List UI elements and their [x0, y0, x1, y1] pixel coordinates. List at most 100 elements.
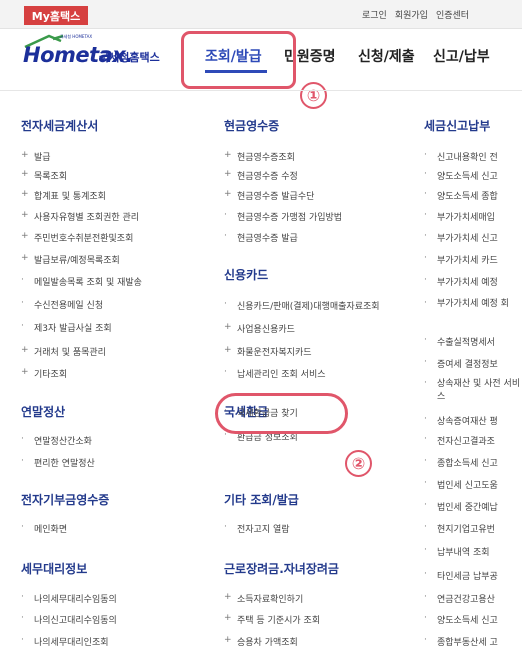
section-heading-earned-income-credit: 근로장려금.자녀장려금 — [224, 562, 339, 576]
dot-icon: · — [21, 275, 24, 285]
menu-item[interactable]: · 양도소득세 신고 — [424, 169, 498, 182]
menu-item[interactable]: + 주택 등 기준시가 조회 — [224, 613, 320, 626]
menu-item[interactable]: · 부가가치세 예정 — [424, 275, 498, 288]
menu-item[interactable]: · 부가가치세매입 — [424, 210, 495, 223]
menu-item[interactable]: · 편리한 연말정산 — [21, 456, 95, 469]
annotation-highlight-refund — [215, 393, 348, 434]
dot-icon: · — [424, 545, 427, 555]
plus-icon: + — [224, 613, 232, 623]
dot-icon: · — [224, 299, 227, 309]
menu-item[interactable]: · 타인세금 납부공 — [424, 569, 498, 582]
dot-icon: · — [424, 378, 427, 388]
login-link[interactable]: 로그인 — [362, 8, 387, 21]
menu-item[interactable]: · 전자신고결과조 — [424, 434, 495, 447]
nav-tab-filing[interactable]: 신고/납부 — [433, 46, 490, 66]
menu-item[interactable]: + 발급 — [21, 150, 51, 163]
signup-link[interactable]: 회원가입 — [395, 8, 428, 21]
plus-icon: + — [224, 635, 232, 645]
section-heading-e-tax-invoice: 전자세금계산서 — [21, 119, 99, 133]
menu-item[interactable]: · 양도소득세 신고 — [424, 613, 498, 626]
logo-subtitle: 국세청홈택스 — [99, 51, 160, 64]
dot-icon: · — [424, 613, 427, 623]
menu-item[interactable]: + 사업용신용카드 — [224, 322, 295, 335]
cert-center-link[interactable]: 인증센터 — [436, 8, 469, 21]
dot-icon: · — [224, 367, 227, 377]
dot-icon: · — [21, 522, 24, 532]
menu-item[interactable]: · 부가가치세 예정 회 — [424, 298, 522, 311]
dot-icon: · — [21, 456, 24, 466]
menu-item[interactable]: · 나의세무대리인조회 — [21, 635, 109, 648]
menu-item[interactable]: + 현금영수증조회 — [224, 150, 295, 163]
dot-icon: · — [224, 522, 227, 532]
plus-icon: + — [21, 253, 29, 263]
menu-item[interactable]: · 부가가치세 카드 — [424, 253, 498, 266]
plus-icon: + — [21, 367, 29, 377]
hometax-logo[interactable]: 국세청 HOMETAX Hometax. 국세청홈택스 — [23, 34, 183, 68]
menu-item[interactable]: · 상속재산 및 사전 서비스 — [424, 378, 522, 404]
menu-item[interactable]: · 법인세 중간예납 — [424, 500, 498, 513]
plus-icon: + — [224, 592, 232, 602]
menu-item[interactable]: · 제3자 발급사실 조회 — [21, 321, 112, 334]
dot-icon: · — [424, 253, 427, 263]
menu-item[interactable]: · 현지기업고유번 — [424, 522, 495, 535]
logo-tagline: 국세청 HOMETAX — [60, 34, 93, 39]
dot-icon: · — [424, 478, 427, 488]
nav-tab-application[interactable]: 신청/제출 — [358, 46, 415, 66]
menu-item[interactable]: · 메인화면 — [21, 522, 67, 535]
plus-icon: + — [21, 189, 29, 199]
menu-item[interactable]: + 현금영수증 수정 — [224, 169, 298, 182]
menu-item[interactable]: · 신용카드/판매(결제)대행매출자료조회 — [224, 299, 380, 312]
menu-item[interactable]: · 양도소득세 종합 — [424, 189, 498, 202]
menu-item[interactable]: + 발급보류/예정목록조회 — [21, 253, 120, 266]
menu-item[interactable]: + 거래처 및 품목관리 — [21, 345, 106, 358]
menu-item[interactable]: · 상속증여재산 평 — [424, 414, 498, 427]
menu-item[interactable]: · 수신전용메일 신청 — [21, 298, 103, 311]
menu-item[interactable]: + 사용자유형별 조회권한 관리 — [21, 210, 139, 223]
menu-item[interactable]: · 나의세무대리수임동의 — [21, 592, 117, 605]
plus-icon: + — [224, 150, 232, 160]
menu-item[interactable]: · 종합부동산세 고 — [424, 635, 498, 648]
menu-item[interactable]: · 법인세 신고도움 — [424, 478, 498, 491]
dot-icon: · — [21, 298, 24, 308]
annotation-step-2: ② — [345, 450, 372, 477]
menu-item[interactable]: · 종합소득세 신고 — [424, 456, 498, 469]
dot-icon: · — [424, 522, 427, 532]
menu-item[interactable]: + 목록조회 — [21, 169, 67, 182]
menu-item[interactable]: · 현금영수증 발급 — [224, 231, 298, 244]
plus-icon: + — [224, 169, 232, 179]
menu-item[interactable]: · 신고내용확인 전 — [424, 150, 498, 163]
menu-item[interactable]: · 나의신고대리수임동의 — [21, 613, 117, 626]
top-strip: My홈택스 로그인 회원가입 인증센터 — [0, 0, 522, 29]
menu-item[interactable]: + 합계표 및 통계조회 — [21, 189, 106, 202]
menu-item[interactable]: · 전자고지 열람 — [224, 522, 290, 535]
menu-item[interactable]: + 승용차 가액조회 — [224, 635, 298, 648]
menu-item[interactable]: + 소득자료확인하기 — [224, 592, 303, 605]
menu-item[interactable]: · 연금건강고용산 — [424, 592, 495, 605]
dot-icon: · — [424, 592, 427, 602]
annotation-step-1: ① — [300, 82, 327, 109]
menu-item[interactable]: + 주민번호수취분전환및조회 — [21, 231, 133, 244]
menu-item[interactable]: · 납부내역 조회 — [424, 545, 490, 558]
dot-icon: · — [21, 321, 24, 331]
dot-icon: · — [424, 635, 427, 645]
dot-icon: · — [21, 592, 24, 602]
menu-item[interactable]: · 현금영수증 가맹점 가입방법 — [224, 210, 342, 223]
dot-icon: · — [21, 434, 24, 444]
section-heading-donation-receipt: 전자기부금영수증 — [21, 493, 110, 507]
menu-item[interactable]: + 화물운전자복지카드 — [224, 345, 312, 358]
menu-item[interactable]: · 납세관리인 조회 서비스 — [224, 367, 326, 380]
menu-item[interactable]: · 메일발송목록 조회 및 재발송 — [21, 275, 142, 288]
menu-item[interactable]: + 현금영수증 발급수단 — [224, 189, 314, 202]
my-hometax-button[interactable]: My홈택스 — [24, 6, 88, 25]
utility-links: 로그인 회원가입 인증센터 — [362, 8, 469, 21]
plus-icon: + — [224, 189, 232, 199]
annotation-highlight-nav — [181, 31, 296, 89]
menu-item[interactable]: · 증여세 결정정보 — [424, 357, 498, 370]
menu-item[interactable]: + 기타조회 — [21, 367, 67, 380]
dot-icon: · — [424, 275, 427, 285]
menu-item[interactable]: · 연말정산간소화 — [21, 434, 92, 447]
menu-item[interactable]: · 수출실적명세서 — [424, 335, 495, 348]
section-heading-tax-filing: 세금신고납부 — [424, 119, 491, 133]
dot-icon: · — [424, 456, 427, 466]
menu-item[interactable]: · 부가가치세 신고 — [424, 231, 498, 244]
